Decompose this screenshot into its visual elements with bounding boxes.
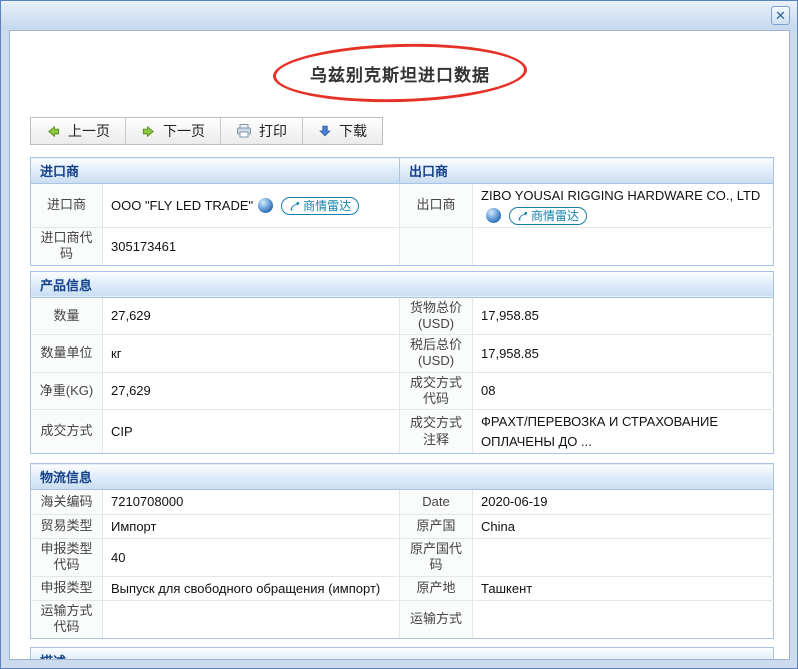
field-value-cell: 27,629	[103, 297, 400, 335]
empty-value-cell	[473, 228, 774, 266]
table-row: 运输方式代码 运输方式	[31, 601, 774, 639]
prev-page-label: 上一页	[68, 121, 110, 141]
table-row: 贸易类型 Импорт 原产国 China	[31, 514, 774, 539]
section-header-product: 产品信息	[31, 271, 774, 297]
satellite-dish-icon	[517, 211, 528, 222]
satellite-dish-icon	[289, 201, 300, 212]
red-ellipse-annotation: 乌兹别克斯坦进口数据	[272, 41, 527, 106]
empty-label-cell	[400, 228, 473, 266]
field-label-cell: Date	[400, 490, 473, 515]
download-button[interactable]: 下载	[303, 118, 382, 144]
arrow-left-icon	[46, 124, 61, 139]
field-value-cell	[103, 601, 400, 639]
field-label-cell: 海关编码	[31, 490, 103, 515]
business-radar-label: 商情雷达	[303, 197, 351, 215]
toolbar: 上一页 下一页 打印 下载	[30, 117, 383, 145]
importer-name-label: 进口商	[31, 184, 103, 228]
close-button[interactable]: ✕	[771, 6, 790, 25]
section-header-description: 描述	[31, 647, 774, 660]
importer-code-value: 305173461	[103, 228, 400, 266]
next-page-button[interactable]: 下一页	[126, 118, 221, 144]
field-value-cell: China	[473, 514, 774, 539]
field-label-cell: 运输方式	[400, 601, 473, 639]
field-value-cell: 17,958.85	[473, 335, 774, 373]
field-label-cell: 成交方式代码	[400, 372, 473, 410]
exporter-name-cell: ZIBO YOUSAI RIGGING HARDWARE CO., LTD 商情雷…	[473, 184, 774, 228]
field-label-cell: 成交方式	[31, 410, 103, 454]
field-value-cell: Ташкент	[473, 576, 774, 601]
section-header-exporter: 出口商	[400, 158, 774, 184]
section-header-logistics: 物流信息	[31, 464, 774, 490]
description-table: 描述 产品描述 1. Сталь оцинкованная с полимерн…	[30, 647, 774, 660]
field-label-cell: 净重(KG)	[31, 372, 103, 410]
field-label-cell: 原产地	[400, 576, 473, 601]
field-label-cell: 原产国	[400, 514, 473, 539]
printer-icon	[236, 123, 252, 139]
globe-icon[interactable]	[258, 198, 273, 213]
field-label-cell: 货物总价 (USD)	[400, 297, 473, 335]
field-label-cell: 数量单位	[31, 335, 103, 373]
field-value-cell: 7210708000	[103, 490, 400, 515]
title-area: 乌兹别克斯坦进口数据	[10, 44, 789, 102]
field-value-cell: CIP	[103, 410, 400, 454]
table-row: 数量 27,629 货物总价 (USD) 17,958.85	[31, 297, 774, 335]
print-button[interactable]: 打印	[221, 118, 303, 144]
table-row: 进口商 OOO "FLY LED TRADE" 商情雷达 出口商 ZIBO YOU…	[31, 184, 774, 228]
section-header-row: 物流信息	[31, 464, 774, 490]
arrow-right-icon	[141, 124, 156, 139]
exporter-name-label: 出口商	[400, 184, 473, 228]
field-value-cell: кг	[103, 335, 400, 373]
download-label: 下载	[339, 121, 367, 141]
field-value-cell: 2020-06-19	[473, 490, 774, 515]
next-page-label: 下一页	[163, 121, 205, 141]
field-value-cell: 17,958.85	[473, 297, 774, 335]
logistics-table: 物流信息 海关编码 7210708000 Date 2020-06-19 贸易类…	[30, 463, 774, 639]
business-radar-label: 商情雷达	[531, 207, 579, 225]
section-header-row: 描述	[31, 647, 774, 660]
field-value-cell: Выпуск для свободного обращения (импорт)	[103, 576, 400, 601]
field-label-cell: 申报类型代码	[31, 539, 103, 577]
field-label-cell: 数量	[31, 297, 103, 335]
field-label-cell: 运输方式代码	[31, 601, 103, 639]
field-label-cell: 成交方式注释	[400, 410, 473, 454]
import-data-window: ✕ 乌兹别克斯坦进口数据 上一页 下一页	[0, 0, 798, 669]
importer-name-value: OOO "FLY LED TRADE"	[111, 198, 253, 213]
dialog-body: 乌兹别克斯坦进口数据 上一页 下一页 打印 下	[9, 30, 790, 660]
importer-code-label: 进口商代码	[31, 228, 103, 266]
field-label-cell: 申报类型	[31, 576, 103, 601]
field-value-cell: 08	[473, 372, 774, 410]
field-value-cell	[473, 539, 774, 577]
field-value-cell: Импорт	[103, 514, 400, 539]
product-info-table: 产品信息 数量 27,629 货物总价 (USD) 17,958.85 数量单位…	[30, 271, 774, 455]
field-value-cell: 40	[103, 539, 400, 577]
close-icon: ✕	[775, 8, 786, 24]
section-header-importer: 进口商	[31, 158, 400, 184]
table-row: 进口商代码 305173461	[31, 228, 774, 266]
section-header-row: 进口商 出口商	[31, 158, 774, 184]
business-radar-badge[interactable]: 商情雷达	[509, 207, 587, 225]
field-label-cell: 原产国代码	[400, 539, 473, 577]
field-value-cell	[473, 601, 774, 639]
importer-name-cell: OOO "FLY LED TRADE" 商情雷达	[103, 184, 400, 228]
print-label: 打印	[259, 121, 287, 141]
table-row: 成交方式 CIP 成交方式注释 ФРАХТ/ПЕРЕВОЗКА И СТРАХО…	[31, 410, 774, 454]
section-header-row: 产品信息	[31, 271, 774, 297]
table-row: 净重(KG) 27,629 成交方式代码 08	[31, 372, 774, 410]
business-radar-badge[interactable]: 商情雷达	[281, 197, 359, 215]
field-label-cell: 贸易类型	[31, 514, 103, 539]
prev-page-button[interactable]: 上一页	[31, 118, 126, 144]
table-row: 数量单位 кг 税后总价 (USD) 17,958.85	[31, 335, 774, 373]
page-title: 乌兹别克斯坦进口数据	[310, 61, 490, 86]
field-value-cell: 27,629	[103, 372, 400, 410]
window-titlebar: ✕	[1, 1, 797, 29]
field-label-cell: 税后总价 (USD)	[400, 335, 473, 373]
importer-exporter-table: 进口商 出口商 进口商 OOO "FLY LED TRADE" 商情雷达 出口商 …	[30, 157, 774, 266]
exporter-name-value: ZIBO YOUSAI RIGGING HARDWARE CO., LTD	[481, 188, 760, 203]
arrow-down-icon	[318, 124, 332, 138]
globe-icon[interactable]	[486, 208, 501, 223]
field-value-cell: ФРАХТ/ПЕРЕВОЗКА И СТРАХОВАНИЕ ОПЛАЧЕНЫ Д…	[473, 410, 774, 454]
table-row: 海关编码 7210708000 Date 2020-06-19	[31, 490, 774, 515]
table-row: 申报类型代码 40 原产国代码	[31, 539, 774, 577]
table-row: 申报类型 Выпуск для свободного обращения (им…	[31, 576, 774, 601]
